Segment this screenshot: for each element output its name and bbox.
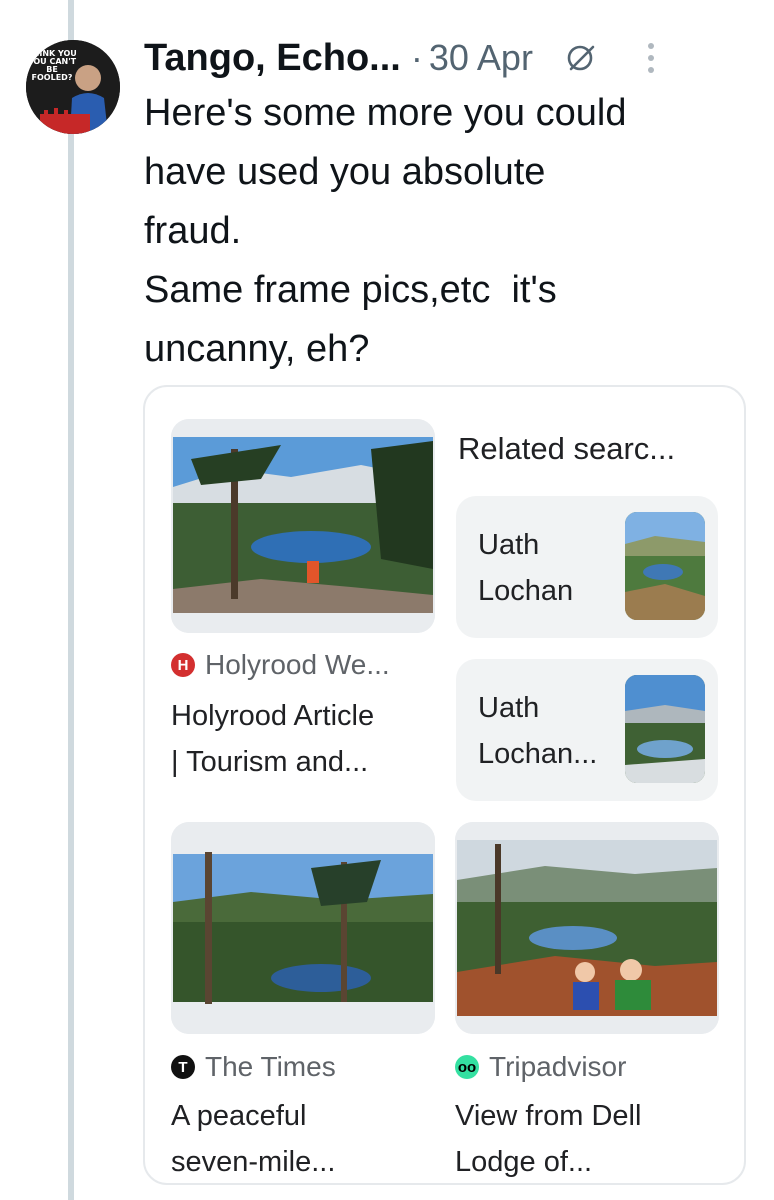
related-search-chip[interactable]: Uath Lochan: [456, 496, 718, 638]
result-image-holyrood[interactable]: [171, 419, 435, 633]
tripadvisor-logo-icon: oo: [455, 1055, 479, 1079]
holyrood-logo-icon: H: [171, 653, 195, 677]
source-name: The Times: [205, 1051, 336, 1082]
tweet-text-line: Here's some more you could: [144, 92, 627, 134]
result-title-tripadvisor[interactable]: View from Dell Lodge of...: [455, 1093, 642, 1183]
result-image-tripadvisor[interactable]: [455, 822, 719, 1034]
related-label-line: Lochan: [478, 575, 574, 607]
source-name: Holyrood We...: [205, 649, 390, 680]
tweet-text-line: fraud.: [144, 210, 242, 252]
related-search-thumbnail: [625, 675, 705, 783]
tweet-text-line: uncanny, eh?: [144, 328, 370, 370]
related-label-line: Lochan...: [478, 738, 598, 770]
tweet-text-line: Same frame pics,etc it's: [144, 269, 557, 311]
source-tripadvisor[interactable]: oo Tripadvisor: [455, 1051, 626, 1083]
related-search-thumbnail: [625, 512, 705, 620]
result-title-line: | Tourism and...: [171, 746, 369, 778]
tweet-header: Tango, Echo... · 30 Apr: [144, 30, 754, 86]
search-results-screenshot[interactable]: H Holyrood We... Holyrood Article | Tour…: [143, 385, 746, 1185]
tweet-text: Here's some more you could have used you…: [144, 84, 754, 379]
source-name: Tripadvisor: [489, 1051, 627, 1082]
result-title-line: Lodge of...: [455, 1146, 593, 1178]
result-title-line: Holyrood Article: [171, 700, 375, 732]
result-title-line: seven-mile...: [171, 1146, 336, 1178]
related-search-label: Uath Lochan: [478, 522, 573, 614]
related-search-label: Uath Lochan...: [478, 685, 597, 777]
thread-line: [68, 0, 74, 1200]
grok-icon[interactable]: [565, 42, 597, 74]
result-title-line: View from Dell: [455, 1100, 642, 1132]
related-label-line: Uath: [478, 529, 540, 561]
result-image-the-times[interactable]: [171, 822, 435, 1034]
tweet-date[interactable]: 30 Apr: [429, 37, 533, 79]
related-searches-heading: Related searc...: [458, 431, 676, 466]
author-name[interactable]: Tango, Echo...: [144, 37, 401, 80]
result-title-holyrood[interactable]: Holyrood Article | Tourism and...: [171, 693, 374, 785]
source-holyrood[interactable]: H Holyrood We...: [171, 649, 390, 681]
result-title-line: A peaceful: [171, 1100, 307, 1132]
avatar[interactable]: THINK YOU YOU CAN'T BE FOOLED?: [26, 40, 120, 134]
more-vertical-icon[interactable]: [645, 40, 657, 76]
related-search-chip[interactable]: Uath Lochan...: [456, 659, 718, 801]
result-title-the-times[interactable]: A peaceful seven-mile...: [171, 1093, 336, 1183]
source-the-times[interactable]: T The Times: [171, 1051, 336, 1083]
header-separator: ·: [410, 37, 423, 78]
avatar-caption: THINK YOU YOU CAN'T BE FOOLED?: [27, 50, 77, 82]
related-label-line: Uath: [478, 692, 540, 724]
the-times-logo-icon: T: [171, 1055, 195, 1079]
tweet-text-line: have used you absolute: [144, 151, 546, 193]
